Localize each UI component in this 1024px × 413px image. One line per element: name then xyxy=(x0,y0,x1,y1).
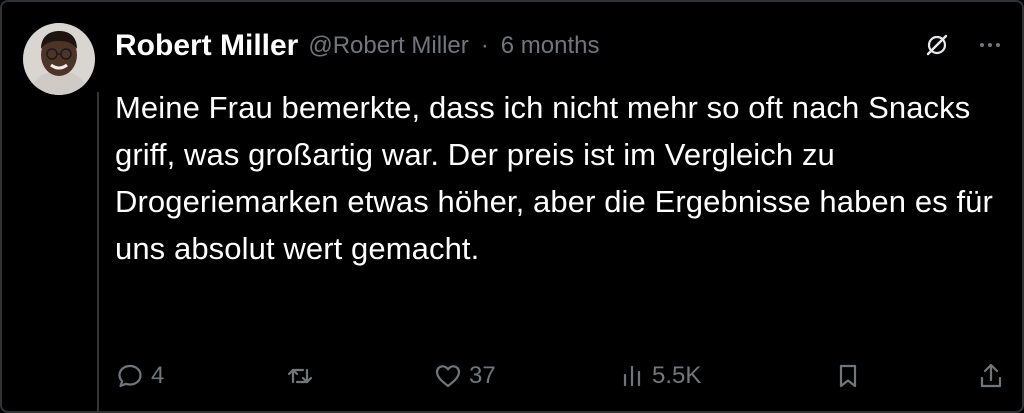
header-separator: · xyxy=(480,32,489,59)
retweet-icon xyxy=(285,361,315,391)
avatar-photo xyxy=(23,23,95,95)
like-icon xyxy=(433,361,463,391)
top-actions xyxy=(924,32,1002,58)
post-time[interactable]: 6 months xyxy=(501,32,600,60)
like-button[interactable]: 37 xyxy=(433,358,496,394)
views-button[interactable]: 5.5K xyxy=(620,358,701,394)
reply-button[interactable]: 4 xyxy=(115,358,164,394)
grok-icon[interactable] xyxy=(924,32,950,58)
post-header: Robert Miller @Robert Miller · 6 months xyxy=(115,26,599,66)
reply-icon xyxy=(115,361,145,391)
retweet-button[interactable] xyxy=(285,358,321,394)
share-icon xyxy=(977,361,1005,391)
views-count: 5.5K xyxy=(652,362,702,389)
share-button[interactable] xyxy=(977,358,1005,394)
thread-line xyxy=(97,92,99,412)
post-text: Meine Frau bemerkte, dass ich nicht mehr… xyxy=(115,90,993,266)
post-card: Robert Miller @Robert Miller · 6 months … xyxy=(0,0,1024,413)
author-handle[interactable]: @Robert Miller xyxy=(308,32,468,60)
like-count: 37 xyxy=(469,362,496,389)
avatar[interactable] xyxy=(23,23,95,95)
author-name[interactable]: Robert Miller xyxy=(115,29,298,63)
more-icon[interactable] xyxy=(978,40,1002,50)
bookmark-button[interactable] xyxy=(835,358,861,394)
bookmark-icon xyxy=(835,361,861,391)
reply-count: 4 xyxy=(151,362,165,389)
action-bar: 4 37 5.5K xyxy=(115,358,1008,394)
views-icon xyxy=(620,361,646,391)
